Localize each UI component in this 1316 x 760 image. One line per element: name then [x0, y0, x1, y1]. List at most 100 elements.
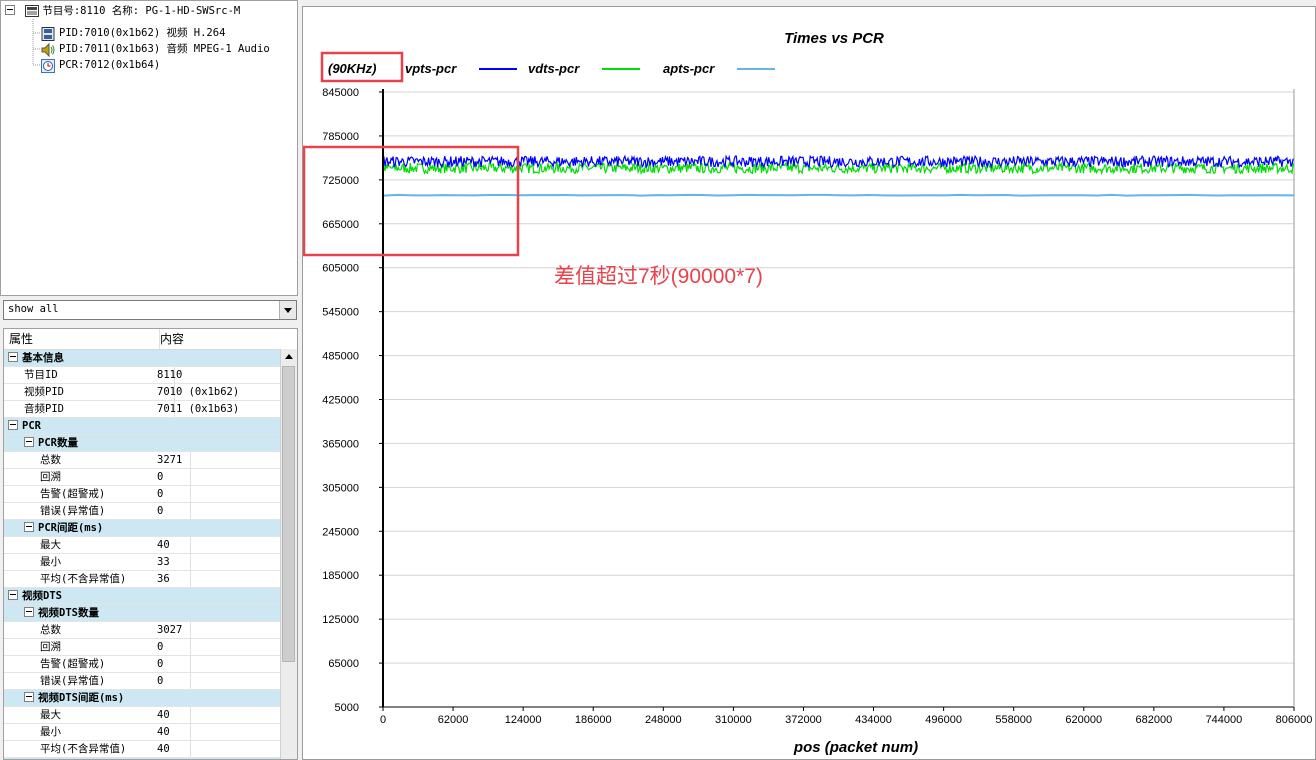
property-name-text: 错误(异常值) [40, 505, 106, 517]
difference-annotation: 差值超过7秒(90000*7) [554, 265, 763, 288]
filter-dropdown[interactable]: show all [3, 300, 297, 320]
y-tick-label: 425000 [322, 395, 359, 407]
collapse-icon[interactable] [24, 692, 34, 702]
x-tick-label: 434000 [855, 714, 892, 726]
tree-pcr-label: PCR:7012(0x1b64) [59, 59, 161, 71]
legend-label: vdts-pcr [528, 61, 580, 76]
y-tick-label: 845000 [322, 87, 359, 99]
property-group-row[interactable]: 视频DTS [4, 588, 282, 605]
y-tick-label: 5000 [335, 702, 359, 714]
property-name-text: PCR数量 [38, 437, 78, 449]
property-row[interactable]: 总数 3271 [4, 452, 282, 469]
property-row[interactable]: 平均(不含异常值) 36 [4, 571, 282, 588]
property-row[interactable]: 总数 3027 [4, 622, 282, 639]
property-name: 音频PID [4, 401, 175, 417]
chevron-down-icon[interactable] [279, 301, 296, 319]
y-tick-label: 785000 [322, 131, 359, 143]
property-name-text: 错误(异常值) [40, 675, 106, 687]
property-row[interactable]: 最大 40 [4, 537, 282, 554]
property-group-row[interactable]: PCR间距(ms) [4, 520, 282, 537]
property-name-text: 最大 [40, 539, 61, 551]
clock-icon [41, 59, 55, 73]
y-tick-label: 665000 [322, 219, 359, 231]
x-tick-label: 310000 [715, 714, 752, 726]
collapse-icon[interactable] [24, 607, 34, 617]
property-group-row[interactable]: PCR [4, 418, 282, 435]
scrollbar-thumb[interactable] [282, 366, 295, 662]
property-row[interactable]: 告警(超警戒) 0 [4, 486, 282, 503]
property-name-text: 视频DTS数量 [38, 607, 99, 619]
property-name: 视频DTS [4, 588, 286, 604]
property-name-text: 平均(不含异常值) [40, 743, 127, 755]
property-value: 3271 [157, 454, 183, 466]
chart-series [382, 154, 1295, 197]
y-tick-label: 65000 [328, 658, 359, 670]
property-group-row[interactable]: 视频DTS数量 [4, 605, 282, 622]
property-row[interactable]: 节目ID 8110 [4, 367, 282, 384]
tree-lines [32, 19, 41, 66]
y-tick-label: 545000 [322, 307, 359, 319]
y-tick-label: 605000 [322, 263, 359, 275]
property-name-text: 最大 [40, 709, 61, 721]
program-tree[interactable]: 节目号:8110 名称: PG-1-HD-SWSrc-M PID:7010(0x… [0, 0, 298, 296]
property-value: 7010 (0x1b62) [157, 386, 240, 398]
chart-legend: vpts-pcr vdts-pcr apts-pcr [405, 61, 775, 76]
tree-node-audio[interactable]: PID:7011(0x1b63) 音频 MPEG-1 Audio [41, 41, 270, 58]
times-vs-pcr-chart: Times vs PCR vpts-pcr vdts-pcr apts-pcr (9… [303, 30, 1313, 756]
x-tick-label: 806000 [1276, 714, 1313, 726]
tree-node-pcr[interactable]: PCR:7012(0x1b64) [41, 57, 160, 73]
y-tick-label: 725000 [322, 175, 359, 187]
property-name-text: 最小 [40, 556, 61, 568]
property-value: 3027 [157, 624, 183, 636]
property-row[interactable]: 最大 40 [4, 707, 282, 724]
collapse-icon[interactable] [24, 522, 34, 532]
tree-node-video[interactable]: PID:7010(0x1b62) 视频 H.264 [41, 25, 225, 41]
collapse-icon[interactable] [24, 437, 34, 447]
y-tick-label: 485000 [322, 351, 359, 363]
property-row[interactable]: 错误(异常值) 0 [4, 673, 282, 690]
vertical-scrollbar[interactable] [280, 349, 297, 759]
y-tick-label: 305000 [322, 482, 359, 494]
property-row[interactable]: 回溯 0 [4, 469, 282, 486]
x-tick-label: 744000 [1206, 714, 1243, 726]
legend-label: vpts-pcr [405, 61, 457, 76]
property-group-row[interactable]: 视频DTS间距(ms) [4, 690, 282, 707]
property-row[interactable]: 错误(异常值) 0 [4, 503, 282, 520]
property-value: 8110 [157, 369, 183, 381]
chart-panel: Times vs PCR vpts-pcr vdts-pcr apts-pcr (9… [302, 6, 1316, 760]
y-tick-label: 185000 [322, 570, 359, 582]
properties-grid[interactable]: 属性 内容 基本信息节目ID 8110 视频PID 7010 (0x1b62) 音频PI… [3, 328, 298, 760]
header-content[interactable]: 内容 [155, 329, 184, 349]
x-tick-label: 558000 [995, 714, 1032, 726]
property-row[interactable]: 告警(超警戒) 0 [4, 656, 282, 673]
x-axis-label: pos (packet num) [793, 739, 918, 756]
scroll-up-icon[interactable] [281, 349, 297, 365]
y-tick-label: 125000 [322, 614, 359, 626]
property-row[interactable]: 音频PID 7011 (0x1b63) [4, 401, 282, 418]
property-name: PCR [4, 418, 286, 434]
property-value: 0 [157, 641, 164, 653]
property-row[interactable]: 平均(不含异常值) 40 [4, 741, 282, 758]
property-row[interactable]: 回溯 0 [4, 639, 282, 656]
collapse-icon[interactable] [8, 420, 18, 430]
x-tick-label: 620000 [1065, 714, 1102, 726]
header-property[interactable]: 属性 [4, 329, 160, 349]
property-row[interactable]: 最小 33 [4, 554, 282, 571]
property-value: 0 [157, 471, 164, 483]
collapse-icon[interactable] [8, 352, 18, 362]
property-row[interactable]: 最小 40 [4, 724, 282, 741]
x-tick-label: 0 [380, 714, 386, 726]
property-value: 0 [157, 675, 164, 687]
property-group-row[interactable]: 基本信息 [4, 350, 282, 367]
property-name-text: 节目ID [24, 369, 58, 381]
property-value: 40 [157, 709, 170, 721]
property-row[interactable]: 视频PID 7010 (0x1b62) [4, 384, 282, 401]
property-name-text: 回溯 [40, 471, 61, 483]
unit-label: (90KHz) [328, 61, 376, 76]
y-tick-label: 245000 [322, 526, 359, 538]
property-group-row[interactable]: PCR数量 [4, 435, 282, 452]
property-value: 40 [157, 539, 170, 551]
series-line-apts-pcr [382, 193, 1295, 197]
collapse-icon[interactable] [8, 590, 18, 600]
property-name-text: 视频DTS间距(ms) [38, 692, 125, 704]
